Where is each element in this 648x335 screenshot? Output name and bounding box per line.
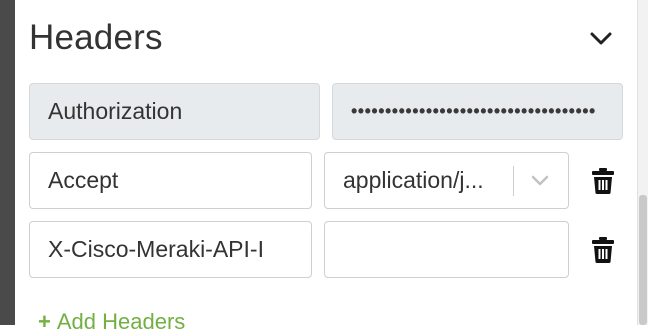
scrollbar-track[interactable] [637,0,648,325]
delete-header-button[interactable] [592,237,614,263]
trash-icon [592,237,614,263]
header-key-authorization: Authorization [29,83,320,140]
select-value-text: application/j... [343,167,484,193]
header-key-text: Authorization [48,98,183,124]
delete-header-button[interactable] [592,168,614,194]
header-key-meraki[interactable]: X-Cisco-Meraki-API-I [29,221,312,278]
header-key-accept[interactable]: Accept [29,152,312,209]
header-key-text: X-Cisco-Meraki-API-I [48,236,264,262]
plus-icon: + [38,309,51,334]
collapse-toggle[interactable] [587,26,615,52]
trash-icon [592,168,614,194]
select-separator [513,166,514,196]
add-headers-label: Add Headers [56,309,186,334]
header-value-select-accept[interactable]: application/j... [324,152,569,209]
header-key-text: Accept [48,167,119,193]
header-value-input-meraki[interactable] [324,221,569,278]
section-title: Headers [29,18,163,57]
left-rail [0,0,15,325]
scrollbar-thumb[interactable] [639,195,647,325]
chevron-down-icon [590,32,612,45]
masked-value-text: •••••••••••••••••••••••••••••••••••• [351,101,596,121]
chevron-down-icon [531,175,549,186]
header-value-authorization: •••••••••••••••••••••••••••••••••••• [332,83,623,140]
add-headers-link[interactable]: + Add Headers [38,309,185,335]
